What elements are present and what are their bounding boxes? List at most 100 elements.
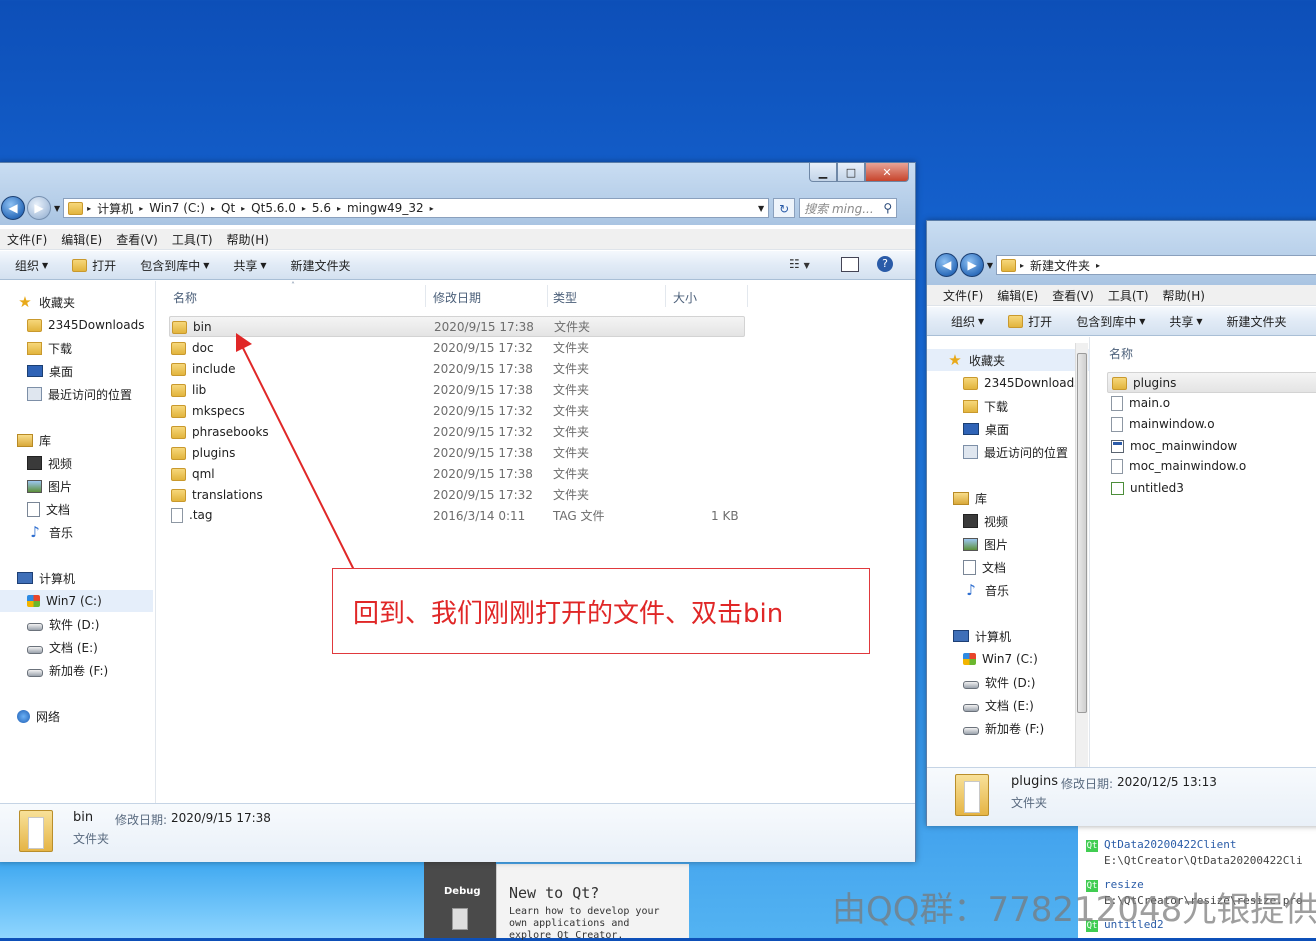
menu-tools[interactable]: 工具(T)	[1101, 287, 1156, 304]
back-icon[interactable]: ◀	[1, 196, 25, 220]
column-type[interactable]: 类型	[553, 289, 577, 306]
include-in-library-button[interactable]: 包含到库中 ▼	[1064, 313, 1157, 330]
menu-help[interactable]: 帮助(H)	[1156, 287, 1212, 304]
nav-drive-f[interactable]: 新加卷 (F:)	[927, 717, 1044, 739]
new-folder-button[interactable]: 新建文件夹	[1215, 313, 1299, 330]
nav-computer[interactable]: 计算机	[927, 625, 1011, 647]
recent-pages-dropdown[interactable]: ▼	[54, 204, 60, 213]
breadcrumb-item[interactable]: Win7 (C:)	[145, 201, 209, 215]
share-button[interactable]: 共享 ▼	[1157, 313, 1214, 330]
file-row[interactable]: lib 2020/9/15 17:38 文件夹	[169, 379, 745, 400]
file-row[interactable]: .tag 2016/3/14 0:11 TAG 文件 1 KB	[169, 505, 745, 526]
nav-item-downloads[interactable]: 下载	[927, 395, 1008, 417]
nav-item-documents[interactable]: 文档	[927, 556, 1006, 578]
projects-icon[interactable]	[452, 908, 468, 930]
close-button[interactable]: ✕	[865, 163, 909, 182]
debug-mode-label[interactable]: Debug	[444, 886, 481, 897]
include-in-library-button[interactable]: 包含到库中 ▼	[128, 257, 221, 274]
file-row[interactable]: mainwindow.o	[1107, 414, 1316, 435]
refresh-icon[interactable]: ↻	[773, 198, 796, 218]
nav-drive-d[interactable]: 软件 (D:)	[0, 613, 99, 635]
file-row[interactable]: main.o	[1107, 393, 1316, 414]
breadcrumb-item[interactable]: Qt5.6.0	[247, 201, 300, 215]
nav-item-recent[interactable]: 最近访问的位置	[927, 441, 1068, 463]
nav-favorites[interactable]: ★ 收藏夹	[0, 291, 75, 313]
recent-pages-dropdown[interactable]: ▼	[987, 261, 993, 270]
nav-item-videos[interactable]: 视频	[0, 452, 72, 474]
nav-item-downloads[interactable]: 下载	[0, 337, 72, 359]
nav-computer[interactable]: 计算机	[0, 567, 75, 589]
file-row[interactable]: include 2020/9/15 17:38 文件夹	[169, 358, 745, 379]
organize-button[interactable]: 组织 ▼	[927, 313, 996, 330]
new-folder-button[interactable]: 新建文件夹	[279, 257, 363, 274]
breadcrumb-item[interactable]: Qt	[217, 201, 239, 215]
breadcrumb-item[interactable]: 新建文件夹	[1026, 257, 1094, 274]
file-row[interactable]: plugins 2020/9/15 17:38 文件夹	[169, 442, 745, 463]
nav-drive-d[interactable]: 软件 (D:)	[927, 671, 1035, 693]
file-row[interactable]: moc_mainwindow.o	[1107, 456, 1316, 477]
file-row[interactable]: phrasebooks 2020/9/15 17:32 文件夹	[169, 421, 745, 442]
menu-help[interactable]: 帮助(H)	[220, 231, 276, 248]
nav-drive-c[interactable]: Win7 (C:)	[927, 648, 1038, 670]
nav-drive-f[interactable]: 新加卷 (F:)	[0, 659, 108, 681]
column-size[interactable]: 大小	[673, 289, 697, 306]
forward-icon[interactable]: ▶	[27, 196, 51, 220]
search-input[interactable]: 搜索 ming... ⚲	[799, 198, 898, 218]
minimize-button[interactable]: ▁	[809, 163, 837, 182]
nav-drive-c[interactable]: Win7 (C:)	[0, 590, 153, 612]
file-row[interactable]: qml 2020/9/15 17:38 文件夹	[169, 463, 745, 484]
organize-button[interactable]: 组织 ▼	[0, 257, 60, 274]
nav-scrollbar[interactable]	[1075, 343, 1088, 767]
file-row-bin[interactable]: bin 2020/9/15 17:38 文件夹	[169, 316, 745, 337]
nav-item-videos[interactable]: 视频	[927, 510, 1008, 532]
menu-file[interactable]: 文件(F)	[0, 231, 54, 248]
file-row[interactable]: translations 2020/9/15 17:32 文件夹	[169, 484, 745, 505]
menu-view[interactable]: 查看(V)	[1045, 287, 1101, 304]
nav-item-pictures[interactable]: 图片	[0, 475, 72, 497]
breadcrumb-item[interactable]: mingw49_32	[343, 201, 428, 215]
back-icon[interactable]: ◀	[935, 253, 959, 277]
address-bar[interactable]: ▸ 计算机 ▸ Win7 (C:) ▸ Qt ▸ Qt5.6.0 ▸ 5.6 ▸ ming…	[63, 198, 770, 218]
view-options-icon[interactable]: ☷ ▼	[789, 257, 810, 271]
open-button[interactable]: 打开	[60, 257, 128, 274]
nav-drive-e[interactable]: 文档 (E:)	[927, 694, 1034, 716]
file-row[interactable]: moc_mainwindow	[1107, 435, 1316, 456]
nav-item-2345downloads[interactable]: 2345Downloads	[927, 372, 1080, 394]
breadcrumb-item[interactable]: 计算机	[93, 200, 137, 217]
nav-item-recent[interactable]: 最近访问的位置	[0, 383, 132, 405]
maximize-button[interactable]: □	[837, 163, 865, 182]
menu-edit[interactable]: 编辑(E)	[990, 287, 1045, 304]
file-row[interactable]: doc 2020/9/15 17:32 文件夹	[169, 337, 745, 358]
nav-item-desktop[interactable]: 桌面	[0, 360, 73, 382]
preview-pane-icon[interactable]	[841, 257, 859, 272]
nav-item-desktop[interactable]: 桌面	[927, 418, 1009, 440]
menu-view[interactable]: 查看(V)	[109, 231, 165, 248]
nav-network[interactable]: 网络	[0, 705, 60, 727]
recent-project[interactable]: Qt QtData20200422Client	[1086, 838, 1236, 852]
nav-drive-e[interactable]: 文档 (E:)	[0, 636, 98, 658]
nav-item-documents[interactable]: 文档	[0, 498, 70, 520]
nav-item-music[interactable]: ♪ 音乐	[0, 521, 73, 543]
file-row-plugins[interactable]: plugins	[1107, 372, 1316, 393]
help-icon[interactable]: ?	[877, 256, 893, 272]
nav-libraries[interactable]: 库	[927, 487, 987, 509]
column-modified[interactable]: 修改日期	[433, 289, 481, 306]
menu-tools[interactable]: 工具(T)	[165, 231, 220, 248]
share-button[interactable]: 共享 ▼	[221, 257, 278, 274]
column-name[interactable]: 名称	[1109, 345, 1133, 362]
address-bar[interactable]: ▸ 新建文件夹 ▸	[996, 255, 1316, 275]
open-button[interactable]: 打开	[996, 313, 1064, 330]
address-dropdown-icon[interactable]: ▼	[758, 204, 764, 213]
nav-libraries[interactable]: 库	[0, 429, 51, 451]
nav-item-music[interactable]: ♪ 音乐	[927, 579, 1009, 601]
scrollbar-thumb[interactable]	[1077, 353, 1087, 713]
menu-file[interactable]: 文件(F)	[927, 287, 990, 304]
breadcrumb-item[interactable]: 5.6	[308, 201, 335, 215]
nav-item-2345downloads[interactable]: 2345Downloads	[0, 314, 144, 336]
column-name[interactable]: 名称	[173, 289, 197, 306]
file-row[interactable]: mkspecs 2020/9/15 17:32 文件夹	[169, 400, 745, 421]
forward-icon[interactable]: ▶	[960, 253, 984, 277]
nav-item-pictures[interactable]: 图片	[927, 533, 1008, 555]
file-row[interactable]: untitled3	[1107, 477, 1316, 498]
nav-favorites[interactable]: ★ 收藏夹	[927, 349, 1089, 371]
